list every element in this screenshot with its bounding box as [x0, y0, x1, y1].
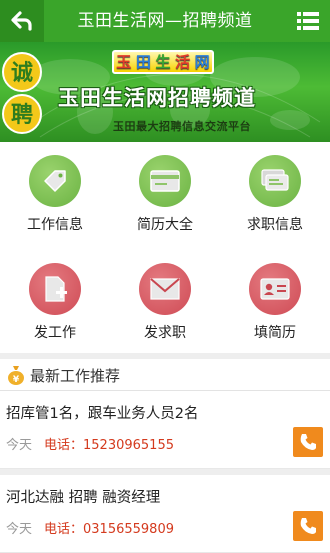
- page-title: 玉田生活网—招聘频道: [77, 11, 253, 31]
- logo-char: 活: [175, 53, 191, 71]
- function-grid: 工作信息 简历大全 求职信息 发工作 发求职 填简历: [0, 143, 330, 353]
- job-date: 今天: [6, 438, 33, 453]
- grid-item-label: 求职信息: [247, 217, 303, 233]
- grid-item-post-seeking[interactable]: 发求职: [110, 251, 220, 351]
- grid-item-job-seeking[interactable]: 求职信息: [220, 143, 330, 243]
- grid-item-label: 填简历: [254, 325, 296, 341]
- hiring-badge: 诚 聘: [2, 52, 42, 134]
- grid-item-label: 简历大全: [137, 217, 193, 233]
- job-phone: 电话：15230965155: [44, 438, 174, 453]
- section-title: 最新工作推荐: [30, 367, 121, 385]
- grid-item-post-job[interactable]: 发工作: [0, 251, 110, 351]
- site-logo: 玉 田 生 活 网: [112, 50, 214, 74]
- call-button[interactable]: [293, 511, 323, 541]
- svg-text:¥: ¥: [13, 375, 20, 385]
- logo-char: 田: [135, 53, 151, 71]
- job-list-item[interactable]: 河北达融 招聘 融资经理 今天 电话：03156559809: [0, 475, 330, 553]
- badge-char-2: 聘: [11, 103, 33, 128]
- cards-stack-icon: [249, 155, 301, 207]
- badge-char-1: 诚: [11, 61, 33, 86]
- logo-char: 生: [155, 53, 171, 71]
- channel-banner: 诚 聘 玉 田 生 活 网 玉田生活网招聘频道 玉田最大招聘信息交流平台: [0, 42, 330, 142]
- list-menu-icon: [297, 12, 319, 30]
- grid-item-label: 发工作: [34, 325, 76, 341]
- menu-button[interactable]: [286, 0, 330, 42]
- logo-char: 玉: [116, 53, 132, 71]
- grid-item-fill-resume[interactable]: 填简历: [220, 251, 330, 351]
- logo-char: 网: [194, 53, 210, 71]
- envelope-icon: [139, 263, 191, 315]
- back-arrow-icon: [11, 11, 32, 31]
- back-button[interactable]: [0, 0, 44, 42]
- phone-icon: [300, 518, 316, 534]
- job-phone: 电话：03156559809: [44, 522, 174, 537]
- banner-title: 玉田生活网招聘频道: [58, 86, 256, 110]
- grid-item-resume-list[interactable]: 简历大全: [110, 143, 220, 243]
- grid-item-label: 发求职: [144, 325, 186, 341]
- tag-icon: [29, 155, 81, 207]
- job-title: 招库管1名，跟车业务人员2名: [6, 406, 199, 422]
- call-button[interactable]: [293, 427, 323, 457]
- card-icon: [139, 155, 191, 207]
- top-bar: 玉田生活网—招聘频道: [0, 0, 330, 42]
- phone-icon: [300, 434, 316, 450]
- job-title: 河北达融 招聘 融资经理: [6, 490, 161, 506]
- job-date: 今天: [6, 522, 33, 537]
- latest-jobs-header: ¥ 最新工作推荐: [0, 359, 330, 391]
- id-card-icon: [249, 263, 301, 315]
- grid-item-label: 工作信息: [27, 217, 83, 233]
- document-add-icon: [29, 263, 81, 315]
- banner-subtitle: 玉田最大招聘信息交流平台: [113, 120, 251, 133]
- money-bag-icon: ¥: [8, 366, 24, 385]
- grid-item-job-info[interactable]: 工作信息: [0, 143, 110, 243]
- job-list-item[interactable]: 招库管1名，跟车业务人员2名 今天 电话：15230965155: [0, 391, 330, 469]
